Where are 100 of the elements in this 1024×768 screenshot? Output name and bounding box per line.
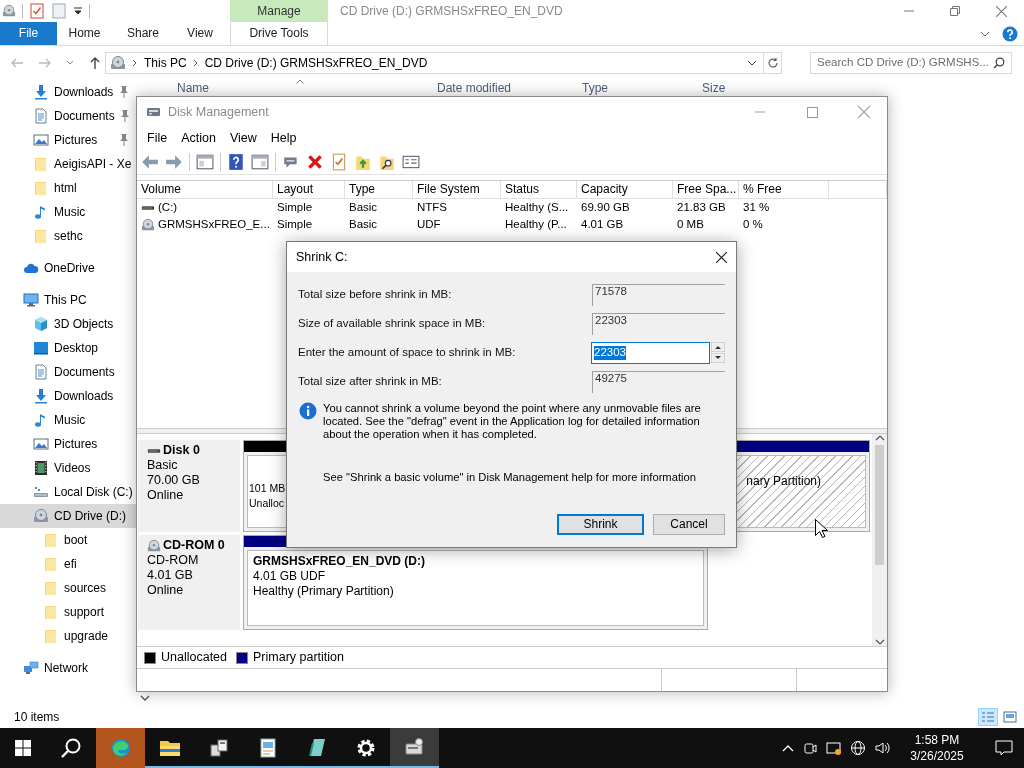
checklist-icon[interactable] bbox=[29, 3, 45, 19]
disk-info: Basic bbox=[147, 458, 179, 473]
camera-icon[interactable] bbox=[802, 740, 818, 756]
refresh-icon[interactable] bbox=[766, 57, 779, 69]
field-label: Size of available shrink space in MB: bbox=[298, 317, 486, 331]
scroll-down-icon[interactable] bbox=[874, 638, 885, 646]
table-cell: GRMSHSxFREO_E... bbox=[137, 216, 273, 233]
large-icons-view-icon[interactable] bbox=[1000, 708, 1020, 726]
maximize-icon[interactable] bbox=[806, 106, 818, 118]
nav-item[interactable]: Network bbox=[0, 656, 136, 680]
film-icon bbox=[33, 460, 49, 476]
clock-time[interactable]: 1:58 PM bbox=[898, 732, 976, 748]
search-icon bbox=[60, 737, 82, 759]
partition[interactable]: GRMSHSxFREO_EN_DVD (D:) 4.01 GB UDF Healthy (Primary Partition) bbox=[247, 550, 704, 626]
nav-item[interactable]: Desktop bbox=[0, 336, 136, 360]
column-header[interactable]: Type bbox=[582, 81, 608, 96]
chevron-up-icon[interactable] bbox=[782, 744, 794, 752]
column-header[interactable]: Volume bbox=[137, 181, 273, 199]
nav-item[interactable]: Videos bbox=[0, 456, 136, 480]
number-field[interactable]: 22303 bbox=[591, 342, 710, 364]
nav-item[interactable]: Pictures bbox=[0, 128, 136, 152]
table-cell-text: 21.83 GB bbox=[676, 199, 727, 215]
nav-item[interactable]: Downloads bbox=[0, 384, 136, 408]
nav-item[interactable]: sethc bbox=[0, 224, 136, 248]
nav-item[interactable]: Pictures bbox=[0, 432, 136, 456]
help-icon[interactable] bbox=[1002, 25, 1018, 42]
sort-caret-icon[interactable] bbox=[296, 79, 304, 84]
scrollbar-thumb[interactable] bbox=[875, 445, 884, 565]
breadcrumb[interactable]: CD Drive (D:) GRMSHSxFREO_EN_DVD bbox=[204, 55, 428, 71]
column-header[interactable]: Capacity bbox=[577, 181, 673, 199]
nav-item[interactable]: CD Drive (D:) bbox=[0, 504, 136, 528]
taskbar-app[interactable] bbox=[390, 728, 439, 768]
column-header[interactable]: Layout bbox=[273, 181, 345, 199]
console-tree-icon[interactable] bbox=[196, 152, 214, 171]
table-cell-text: Basic bbox=[348, 216, 379, 232]
column-header[interactable]: Status bbox=[501, 181, 577, 199]
table-cell-text: UDF bbox=[416, 216, 442, 232]
menu-item[interactable]: Help bbox=[264, 130, 303, 146]
column-header[interactable]: Free Spa... bbox=[673, 181, 739, 199]
notification-icon[interactable] bbox=[995, 740, 1013, 756]
scroll-up-icon[interactable] bbox=[874, 434, 885, 442]
pin-icon[interactable] bbox=[119, 110, 130, 122]
display-warning-icon[interactable] bbox=[826, 740, 842, 756]
menu-item[interactable]: View bbox=[223, 130, 263, 146]
nav-item[interactable]: Music bbox=[0, 200, 136, 224]
nav-item[interactable]: html bbox=[0, 176, 136, 200]
table-cell-text: Simple bbox=[276, 216, 314, 232]
pin-icon[interactable] bbox=[119, 86, 129, 98]
column-header[interactable]: Size bbox=[702, 81, 726, 96]
column-header[interactable]: Date modified bbox=[437, 81, 512, 96]
ribbon-tab[interactable]: View bbox=[174, 22, 226, 45]
column-header[interactable]: Type bbox=[345, 181, 413, 199]
chevron-down-icon[interactable] bbox=[747, 58, 757, 68]
up-arrow-icon[interactable] bbox=[88, 56, 102, 70]
nav-item[interactable]: support bbox=[0, 600, 136, 624]
pin-icon[interactable] bbox=[119, 134, 129, 146]
cd-drive-icon bbox=[33, 508, 49, 524]
disk-info: 4.01 GB bbox=[147, 568, 194, 583]
scroll-down-icon[interactable] bbox=[140, 694, 150, 702]
ribbon-tab[interactable]: Share bbox=[112, 22, 174, 45]
search-icon bbox=[993, 57, 1005, 69]
column-header[interactable]: Name bbox=[177, 81, 209, 96]
search-field[interactable]: Search CD Drive (D:) GRMSHS... bbox=[810, 52, 1012, 74]
nav-item[interactable]: sources bbox=[0, 576, 136, 600]
dialog-button[interactable]: Shrink bbox=[557, 514, 644, 535]
delete-icon[interactable] bbox=[306, 152, 324, 171]
speaker-icon[interactable] bbox=[874, 740, 890, 756]
menu-item[interactable]: File bbox=[141, 130, 174, 146]
globe-icon[interactable] bbox=[850, 740, 866, 756]
dialog-button[interactable]: Cancel bbox=[653, 514, 725, 535]
nav-item[interactable]: Downloads bbox=[0, 80, 136, 104]
cd-drive-icon[interactable] bbox=[2, 3, 16, 19]
panel-icon[interactable] bbox=[251, 152, 269, 171]
spin-up-button[interactable] bbox=[711, 342, 725, 352]
nav-item[interactable]: This PC bbox=[0, 288, 136, 312]
file-tab[interactable]: File bbox=[0, 22, 57, 45]
close-icon[interactable] bbox=[715, 250, 728, 264]
menu-item[interactable]: Action bbox=[175, 130, 222, 146]
clock-date[interactable]: 3/26/2025 bbox=[898, 748, 976, 764]
nav-item[interactable]: Local Disk (C:) bbox=[0, 480, 136, 504]
breadcrumb[interactable]: This PC bbox=[144, 55, 187, 71]
table-cell-text: NTFS bbox=[416, 199, 449, 215]
nav-item[interactable]: efi bbox=[0, 552, 136, 576]
nav-item[interactable]: upgrade bbox=[0, 624, 136, 648]
spin-down-button[interactable] bbox=[711, 353, 725, 363]
checklist-icon[interactable] bbox=[330, 152, 348, 171]
table-cell-text: Simple bbox=[276, 199, 314, 215]
nav-item[interactable]: 3D Objects bbox=[0, 312, 136, 336]
nav-item[interactable]: Music bbox=[0, 408, 136, 432]
nav-item[interactable]: OneDrive bbox=[0, 256, 136, 280]
nav-item[interactable]: Documents bbox=[0, 104, 136, 128]
help-icon[interactable] bbox=[227, 152, 245, 171]
nav-item[interactable]: boot bbox=[0, 528, 136, 552]
column-header[interactable]: % Free bbox=[739, 181, 829, 199]
nav-item[interactable]: Documents bbox=[0, 360, 136, 384]
column-header[interactable]: File System bbox=[413, 181, 501, 199]
restore-icon[interactable] bbox=[950, 6, 960, 16]
ribbon-tab[interactable]: Home bbox=[57, 22, 112, 45]
dropdown-caret-icon[interactable] bbox=[73, 6, 83, 16]
nav-item[interactable]: AeigisAPI - Xe bbox=[0, 152, 136, 176]
